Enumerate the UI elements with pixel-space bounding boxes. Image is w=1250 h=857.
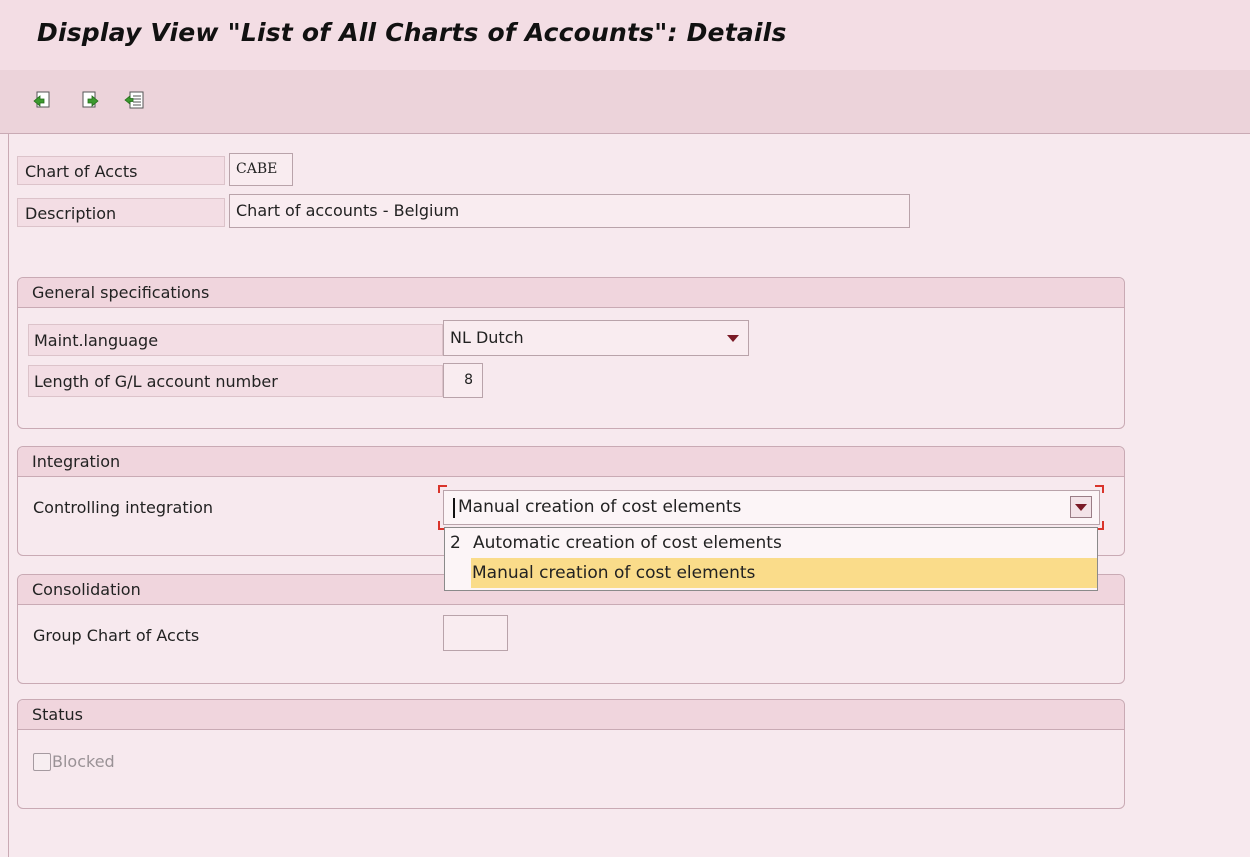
integration-header: Integration	[18, 447, 1124, 477]
chevron-down-icon[interactable]	[727, 335, 739, 342]
chart-of-accts-label: Chart of Accts	[17, 156, 225, 185]
description-label: Description	[17, 198, 225, 227]
list-item[interactable]: 2 Automatic creation of cost elements	[445, 528, 1097, 558]
option-text: Manual creation of cost elements	[472, 563, 756, 583]
description-field[interactable]: Chart of accounts - Belgium	[229, 194, 910, 228]
group-chart-label: Group Chart of Accts	[33, 626, 200, 645]
toolbar	[0, 70, 1250, 134]
page-title: Display View "List of All Charts of Acco…	[37, 18, 787, 47]
maint-language-value: NL Dutch	[450, 328, 524, 347]
group-chart-field[interactable]	[443, 615, 508, 651]
other-entry-icon[interactable]	[124, 90, 144, 110]
maint-language-select[interactable]: NL Dutch	[443, 320, 749, 356]
controlling-integration-label: Controlling integration	[33, 498, 213, 517]
status-group: Status Blocked	[17, 699, 1125, 809]
general-specifications-header: General specifications	[18, 278, 1124, 308]
status-header: Status	[18, 700, 1124, 730]
left-border	[8, 134, 9, 857]
blocked-checkbox[interactable]	[33, 753, 51, 771]
next-entry-icon[interactable]	[80, 90, 100, 110]
controlling-integration-dropdown: 2 Automatic creation of cost elements Ma…	[444, 527, 1098, 591]
gl-length-field[interactable]: 8	[443, 363, 483, 398]
focus-frame	[438, 485, 1104, 530]
list-item-selected[interactable]: Manual creation of cost elements	[445, 558, 1097, 588]
title-bar: Display View "List of All Charts of Acco…	[0, 0, 1250, 71]
maint-language-label: Maint.language	[28, 324, 443, 356]
gl-length-label: Length of G/L account number	[28, 365, 443, 397]
previous-entry-icon[interactable]	[32, 90, 52, 110]
blocked-label: Blocked	[52, 752, 115, 771]
chart-of-accts-field[interactable]: CABE	[229, 153, 293, 186]
option-key: 2	[450, 533, 461, 553]
option-text: Automatic creation of cost elements	[473, 533, 782, 553]
